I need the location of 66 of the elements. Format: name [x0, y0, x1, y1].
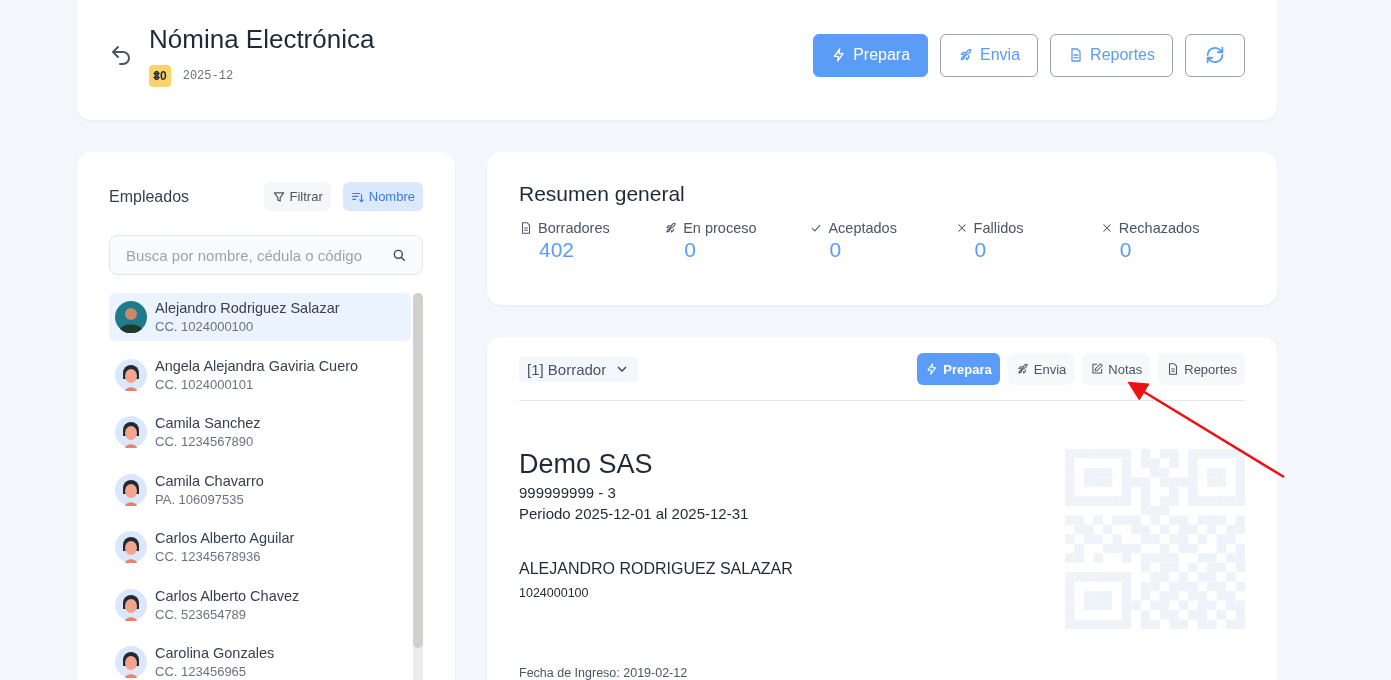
- employee-name: Camila Sanchez: [155, 415, 261, 431]
- summary-title: Resumen general: [519, 182, 686, 206]
- period-label: 2025-12: [182, 68, 234, 83]
- action-button[interactable]: Envia: [1007, 353, 1075, 385]
- stat-value: 0: [974, 238, 987, 262]
- employee-name: Carlos Alberto Chavez: [155, 587, 300, 604]
- avatar: [115, 301, 147, 333]
- avatar: [115, 416, 147, 448]
- avatar: [115, 588, 147, 621]
- stat-value: 402: [539, 238, 575, 262]
- refresh-icon: [1204, 44, 1226, 66]
- filter-button[interactable]: Filtrar: [263, 182, 331, 211]
- employee-name: Carolina Gonzales: [155, 645, 275, 661]
- company-name: Demo SAS: [519, 449, 654, 480]
- employee-item[interactable]: Camila Sanchez CC. 1234567890: [109, 408, 411, 456]
- avatar: [115, 358, 147, 391]
- stat-value: 0: [829, 238, 842, 262]
- sort-button[interactable]: Nombre: [342, 182, 423, 211]
- action-button[interactable]: Reportes: [1158, 353, 1245, 385]
- employee-name: Alejandro Rodriguez Salazar: [155, 300, 340, 316]
- stat-label: Borradores: [538, 220, 610, 236]
- rocket-icon: [664, 221, 679, 235]
- employee-id: CC. 1024000101: [155, 376, 255, 392]
- employee-id: CC. 1234567890: [155, 434, 255, 449]
- document-icon: [519, 221, 533, 235]
- employee-id: CC. 523654789: [155, 606, 248, 622]
- panel-title: Empleados: [109, 187, 190, 206]
- employee-name: Camila Chavarro: [155, 472, 264, 489]
- employee-item[interactable]: Carolina Gonzales CC. 123456965: [109, 638, 411, 680]
- avatar: [115, 473, 147, 506]
- badge: ꗊ0: [149, 64, 171, 87]
- status-select[interactable]: [1] Borrador: [519, 356, 639, 382]
- employee-id: CC. 12345678936: [155, 549, 262, 564]
- page-title: Nómina Electrónica: [149, 23, 375, 55]
- action-button[interactable]: Notas: [1082, 353, 1151, 385]
- employee-item[interactable]: Carlos Alberto Aguilar CC. 12345678936: [109, 523, 411, 571]
- employee-id: CC. 123456965: [155, 664, 248, 679]
- employee-name: Angela Alejandra Gaviria Cuero: [155, 357, 359, 374]
- stat-value: 0: [1119, 238, 1132, 262]
- employee-id: PA. 106097535: [155, 491, 245, 507]
- stat-value: 0: [684, 238, 696, 262]
- avatar: [115, 646, 147, 678]
- employee-item[interactable]: Carlos Alberto Chavez CC. 523654789: [109, 580, 411, 629]
- stat-label: En proceso: [683, 220, 757, 236]
- rocket-icon: [1015, 362, 1030, 376]
- stat-label: Rechazados: [1118, 220, 1200, 236]
- employee-id: CC. 1024000100: [155, 319, 255, 334]
- back-icon[interactable]: [109, 43, 133, 67]
- edit-icon: [1090, 362, 1105, 376]
- employee-item[interactable]: Camila Chavarro PA. 106097535: [109, 465, 411, 514]
- employee-item[interactable]: Alejandro Rodriguez Salazar CC. 1024000100: [109, 293, 411, 341]
- scrollbar[interactable]: [413, 293, 423, 680]
- filter-icon: [271, 189, 286, 204]
- refresh-button[interactable]: [1185, 33, 1245, 77]
- employee-name: Carlos Alberto Aguilar: [155, 530, 295, 546]
- hire-date: Fecha de Ingreso: 2019-02-12: [519, 666, 689, 680]
- employee-full-name: ALEJANDRO RODRIGUEZ SALAZAR: [519, 560, 793, 578]
- employee-item[interactable]: Angela Alejandra Gaviria Cuero CC. 1024000101: [109, 350, 411, 399]
- avatar: [115, 531, 147, 563]
- stat-label: Fallidos: [973, 220, 1024, 236]
- search-field[interactable]: Busca por nombre, cédula o código: [109, 235, 423, 275]
- employee-document: 1024000100: [519, 586, 590, 600]
- search-icon: [391, 247, 407, 263]
- company-nit: 999999999 - 3: [519, 484, 617, 501]
- stat-label: Aceptados: [828, 220, 897, 236]
- period-text: Periodo 2025-12-01 al 2025-12-31: [519, 505, 750, 522]
